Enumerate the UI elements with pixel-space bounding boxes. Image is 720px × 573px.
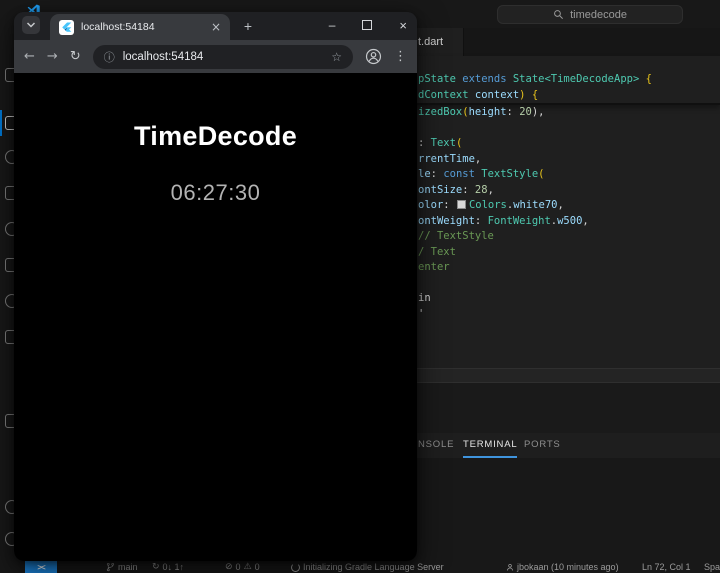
panel-tab-terminal[interactable]: TERMINAL bbox=[463, 433, 518, 458]
clock-display: 06:27:30 bbox=[170, 180, 261, 205]
cursor-position-status[interactable]: Ln 72, Col 1 bbox=[642, 561, 691, 573]
editor-tab-label: t.dart bbox=[418, 36, 444, 48]
sync-counts: 0↓ 1↑ bbox=[162, 562, 185, 572]
code-line: olor: Colors.white70, bbox=[418, 199, 564, 211]
flutter-logo-icon bbox=[62, 22, 72, 32]
spaces-status[interactable]: Spa bbox=[704, 561, 720, 573]
branch-name: main bbox=[118, 562, 138, 572]
panel-tab-nsole[interactable]: NSOLE bbox=[418, 433, 454, 456]
activity-icon-fragment[interactable] bbox=[5, 294, 14, 308]
browser-menu-icon[interactable]: ⋮ bbox=[394, 49, 407, 64]
activity-icon-fragment[interactable] bbox=[5, 186, 14, 200]
person-icon bbox=[506, 563, 514, 571]
browser-tab[interactable]: localhost:54184 × bbox=[50, 14, 230, 40]
sticky-code-line: dContext context) { bbox=[418, 88, 539, 101]
branch-status[interactable]: main bbox=[106, 561, 138, 573]
browser-window: localhost:54184 × + – × ← → ↻ ⓘ localhos… bbox=[14, 12, 417, 561]
code-line: ontWeight: FontWeight.w500, bbox=[418, 214, 589, 227]
activity-icon-fragment[interactable] bbox=[5, 68, 14, 82]
warning-icon: ⚠ bbox=[243, 562, 252, 572]
code-line: enter bbox=[418, 261, 450, 273]
site-info-icon[interactable]: ⓘ bbox=[104, 49, 115, 65]
blame-author: jbokaan (10 minutes ago) bbox=[517, 562, 619, 572]
profile-avatar-icon[interactable] bbox=[365, 48, 382, 65]
browser-window-controls: – × bbox=[329, 12, 407, 38]
browser-viewport: TimeDecode 06:27:30 bbox=[14, 73, 417, 561]
progress-message: Initializing Gradle Language Server bbox=[303, 562, 444, 572]
screen: timedecode t.dart pState extends State<T… bbox=[0, 0, 720, 573]
warning-count: 0 bbox=[254, 562, 260, 572]
error-icon: ⊘ bbox=[225, 562, 233, 572]
minimize-button[interactable]: – bbox=[329, 18, 336, 32]
gradle-progress-status[interactable]: Initializing Gradle Language Server bbox=[291, 561, 444, 573]
browser-tab-title: localhost:54184 bbox=[81, 21, 155, 33]
sync-status[interactable]: ↻ 0↓ 1↑ bbox=[152, 561, 184, 573]
activity-icon-fragment[interactable] bbox=[5, 500, 14, 514]
browser-toolbar: ← → ↻ ⓘ localhost:54184 ☆ ⋮ bbox=[14, 40, 417, 73]
reload-button[interactable]: ↻ bbox=[70, 49, 81, 64]
app-title: TimeDecode bbox=[133, 121, 298, 151]
status-bar: >< main ↻ 0↓ 1↑ ⊘ 0 ⚠ 0 Initializing Gra… bbox=[0, 561, 720, 573]
code-line: / Text bbox=[418, 245, 456, 258]
activity-icon-fragment[interactable] bbox=[5, 532, 14, 546]
activity-icon-fragment[interactable] bbox=[5, 258, 14, 272]
activity-icon-fragment[interactable] bbox=[5, 150, 14, 164]
code-line: // TextStyle bbox=[418, 230, 494, 242]
bookmark-star-icon[interactable]: ☆ bbox=[331, 50, 342, 64]
activity-bar[interactable] bbox=[0, 28, 14, 561]
problems-status[interactable]: ⊘ 0 ⚠ 0 bbox=[225, 561, 260, 573]
activity-bar-active-indicator bbox=[0, 110, 2, 136]
code-line: : Text( bbox=[418, 137, 463, 149]
tab-search-button[interactable] bbox=[22, 16, 40, 34]
close-button[interactable]: × bbox=[399, 18, 407, 33]
flutter-favicon bbox=[59, 19, 74, 35]
code-line: ontSize: 28, bbox=[418, 183, 494, 196]
activity-icon-fragment[interactable] bbox=[5, 330, 14, 344]
git-branch-icon bbox=[106, 562, 115, 572]
sticky-code-line: pState extends State<TimeDecodeApp> { bbox=[418, 73, 652, 85]
activity-icon-fragment[interactable] bbox=[5, 116, 14, 130]
activity-icon-fragment[interactable] bbox=[5, 414, 14, 428]
search-icon bbox=[554, 10, 564, 19]
code-line: rrentTime, bbox=[418, 152, 482, 165]
maximize-button[interactable] bbox=[362, 20, 373, 30]
command-center-search[interactable]: timedecode bbox=[497, 5, 683, 24]
color-swatch bbox=[456, 200, 466, 209]
url-text[interactable]: localhost:54184 bbox=[123, 51, 324, 63]
sync-icon: ↻ bbox=[152, 562, 160, 572]
address-bar[interactable]: ⓘ localhost:54184 ☆ bbox=[92, 44, 353, 69]
command-center-query: timedecode bbox=[570, 8, 627, 21]
new-tab-button[interactable]: + bbox=[240, 18, 256, 34]
loading-spinner-icon bbox=[291, 562, 300, 572]
git-blame-status[interactable]: jbokaan (10 minutes ago) bbox=[506, 561, 619, 573]
tab-close-icon[interactable]: × bbox=[211, 20, 221, 34]
code-line: ' bbox=[418, 307, 425, 320]
back-button[interactable]: ← bbox=[24, 49, 35, 64]
panel-tab-ports[interactable]: PORTS bbox=[524, 433, 561, 456]
code-line: le: const TextStyle( bbox=[418, 168, 545, 180]
chevron-down-icon bbox=[26, 22, 36, 28]
error-count: 0 bbox=[235, 562, 241, 572]
forward-button[interactable]: → bbox=[47, 49, 58, 64]
activity-icon-fragment[interactable] bbox=[5, 222, 14, 236]
code-line: in bbox=[418, 292, 431, 304]
code-line: izedBox(height: 20), bbox=[418, 106, 545, 118]
remote-indicator[interactable]: >< bbox=[25, 561, 57, 573]
